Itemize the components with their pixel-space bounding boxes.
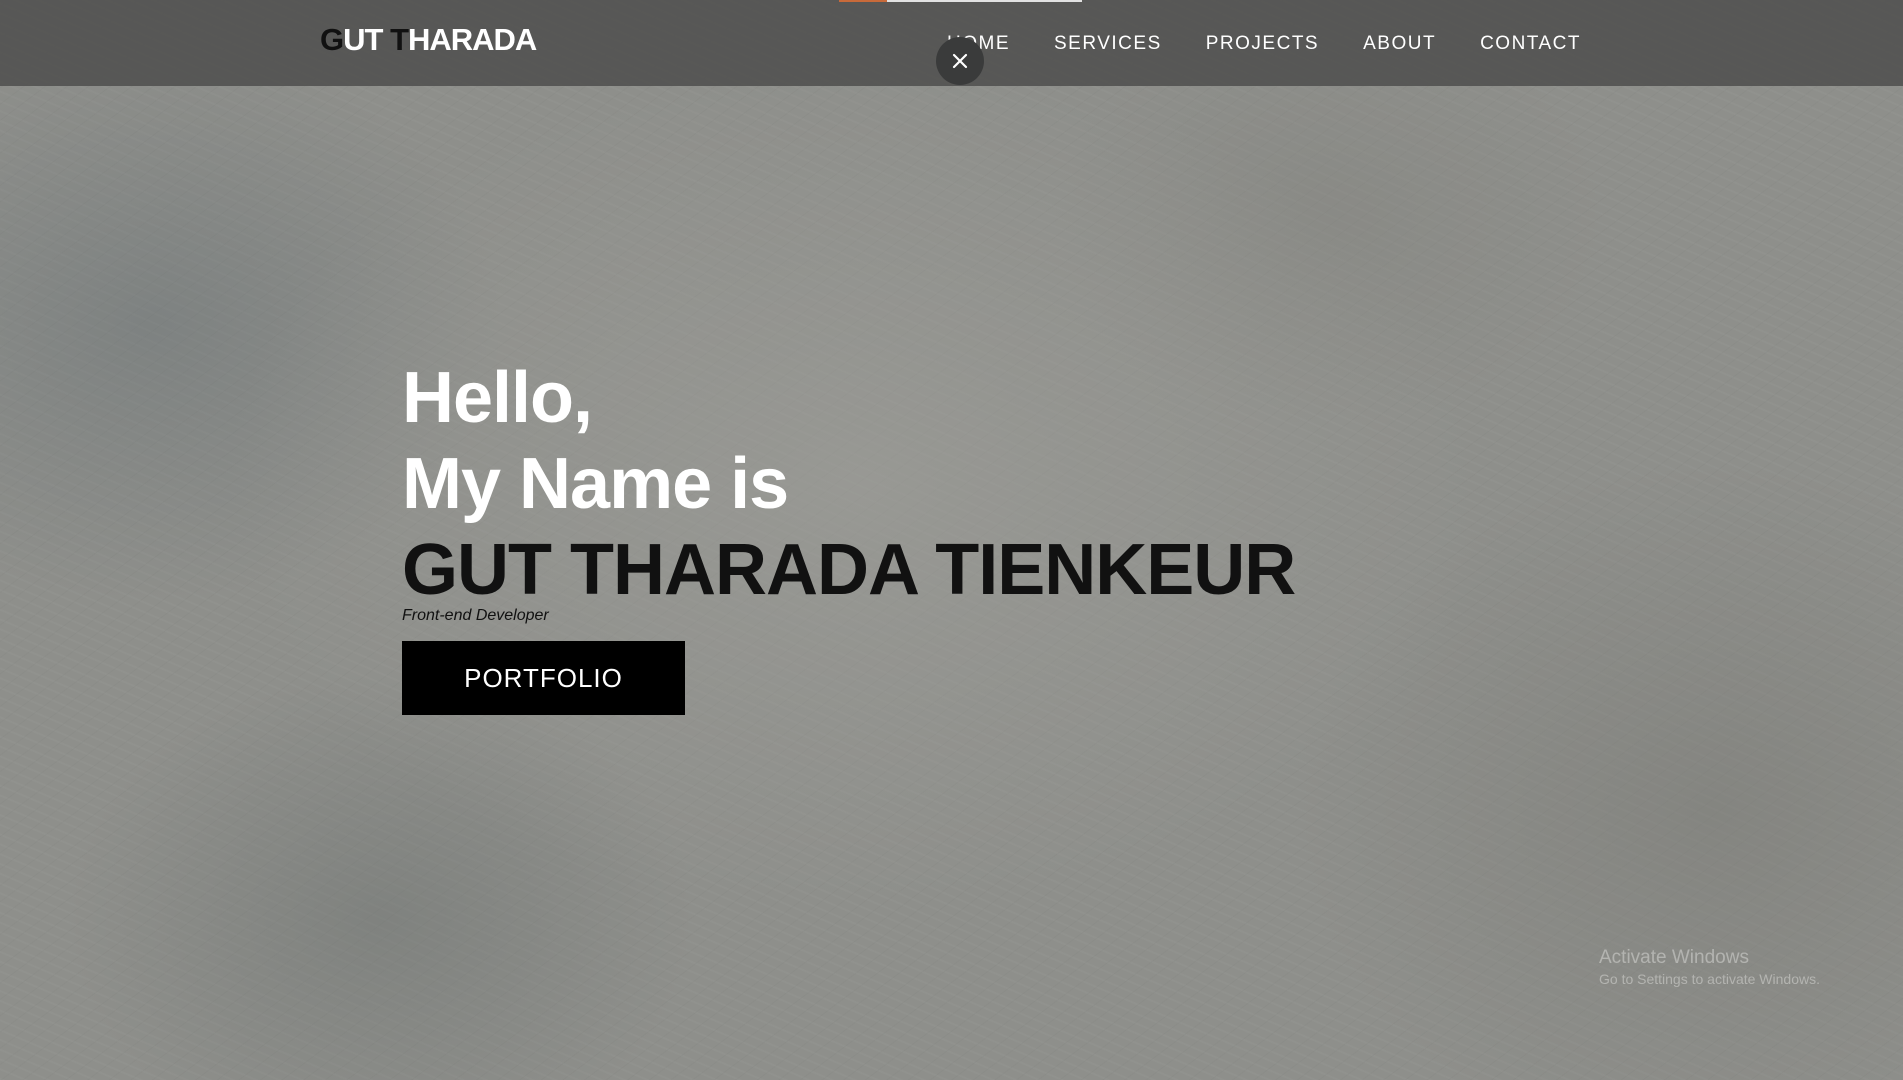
watermark-title: Activate Windows <box>1599 947 1749 968</box>
nav-link-services[interactable]: SERVICES <box>1054 33 1162 55</box>
hero-greeting: Hello, <box>402 358 593 438</box>
nav-link-about[interactable]: ABOUT <box>1363 33 1436 55</box>
nav-menu: HOME SERVICES PROJECTS ABOUT CONTACT <box>947 33 1581 55</box>
hero-section: Hello, My Name is GUT THARADA TIENKEUR F… <box>402 355 1296 715</box>
portfolio-button[interactable]: PORTFOLIO <box>402 641 685 715</box>
top-progress-bar <box>839 0 1082 2</box>
hero-heading: Hello, My Name is GUT THARADA TIENKEUR <box>402 355 1296 613</box>
watermark-subtitle: Go to Settings to activate Windows. <box>1599 971 1820 987</box>
top-progress-fill <box>839 0 887 2</box>
nav-link-contact[interactable]: CONTACT <box>1480 33 1581 55</box>
activate-windows-watermark: Activate Windows Go to Settings to activ… <box>1599 947 1820 987</box>
brand-letter-t: T <box>390 22 409 57</box>
navbar: GUT THARADA HOME SERVICES PROJECTS ABOUT… <box>0 0 1903 86</box>
nav-link-projects[interactable]: PROJECTS <box>1206 33 1319 55</box>
brand-letter-g: G <box>320 22 344 57</box>
hero-name: GUT THARADA TIENKEUR <box>402 530 1296 610</box>
brand-logo[interactable]: GUT THARADA <box>320 22 537 58</box>
hero-intro: My Name is <box>402 444 789 524</box>
brand-text-harada: HARADA <box>408 22 537 57</box>
close-icon <box>952 53 968 69</box>
close-button[interactable] <box>936 37 984 85</box>
brand-text-ut: UT <box>343 22 391 57</box>
